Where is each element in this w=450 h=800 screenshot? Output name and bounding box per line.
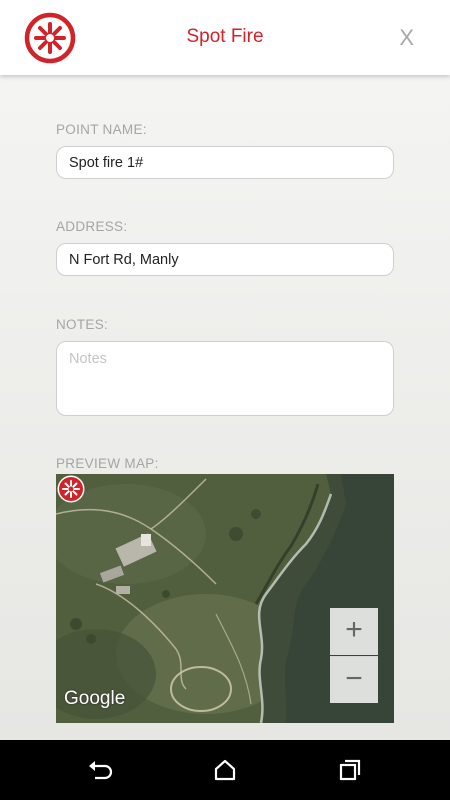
- zoom-in-button[interactable]: +: [330, 608, 378, 655]
- back-icon[interactable]: [87, 758, 113, 782]
- preview-map-label: PREVIEW MAP:: [56, 456, 159, 471]
- app-header: Spot Fire X: [0, 0, 450, 75]
- point-name-input[interactable]: [56, 146, 394, 179]
- point-name-label: POINT NAME:: [56, 122, 147, 137]
- close-button[interactable]: X: [399, 25, 414, 51]
- page-title: Spot Fire: [186, 26, 264, 47]
- home-icon[interactable]: [212, 758, 238, 782]
- address-input[interactable]: [56, 243, 394, 276]
- fire-marker-icon[interactable]: [56, 474, 86, 504]
- recent-apps-icon[interactable]: [337, 758, 363, 782]
- system-nav-bar: [0, 740, 450, 800]
- address-label: ADDRESS:: [56, 219, 128, 234]
- map-attribution: Google: [64, 688, 126, 709]
- preview-map[interactable]: Google + −: [56, 474, 394, 723]
- zoom-out-button[interactable]: −: [330, 656, 378, 703]
- notes-field[interactable]: [56, 341, 394, 416]
- notes-label: NOTES:: [56, 317, 109, 332]
